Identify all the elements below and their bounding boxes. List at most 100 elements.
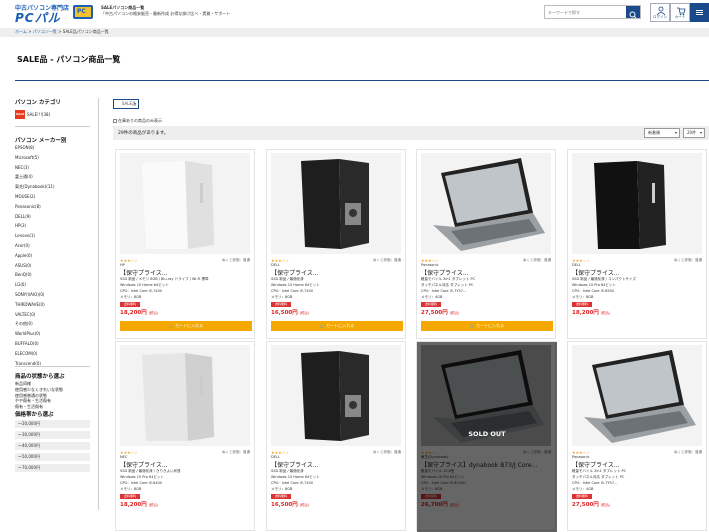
sidebar: パソコン カテゴリ SALE SALE!!!(38) パソコン メーカー別 商品… bbox=[15, 98, 93, 510]
product-image[interactable] bbox=[271, 345, 401, 446]
product-image[interactable] bbox=[572, 153, 702, 254]
product-cpu: CPU：Intel Core i5-7Y57... bbox=[421, 289, 467, 293]
chevron-down-icon: ▾ bbox=[133, 101, 136, 106]
sidebar-maker-item[interactable]: THIRDWAVE(0) bbox=[15, 302, 45, 307]
sidebar-maker-item[interactable]: BenQ(0) bbox=[15, 272, 32, 277]
site-logo[interactable]: 中古パソコン専門店 PCパル PC bbox=[15, 3, 97, 25]
sidebar-maker-item[interactable]: MOUSE(2) bbox=[15, 194, 35, 199]
product-spec: SSD 新品 / 最適化済 bbox=[271, 469, 304, 473]
search-input[interactable] bbox=[545, 6, 627, 18]
product-card[interactable]: ★★★☆☆ ぬくと評価：普通 HP 【保守プライス... SSD 新品 / メモ… bbox=[115, 149, 255, 339]
sold-out-label: SOLD OUT bbox=[468, 430, 506, 438]
breadcrumb-list[interactable]: パソコン一覧 bbox=[33, 29, 57, 34]
sidebar-maker-item[interactable]: SONY(VAIO)(0) bbox=[15, 292, 44, 297]
sidebar-maker-item[interactable]: NEC(3) bbox=[15, 165, 29, 170]
product-spec: 軽量モバイル 2in1 タブレット PC bbox=[572, 469, 627, 473]
product-spec: SSD 新品 / 最適化済 bbox=[271, 277, 304, 281]
product-memory: メモリ：4GB bbox=[572, 487, 594, 491]
per-page-select[interactable]: 20件 ▾ bbox=[683, 128, 705, 138]
review-label: ぬくと評価：普通 bbox=[373, 450, 401, 454]
product-maker: NEC bbox=[120, 455, 128, 459]
product-spec: SSD 新品 / メモリ 8GB / Blu-ray ドライブ / Wi-Fi … bbox=[120, 277, 209, 281]
add-to-cart-button[interactable]: 🛒 カートに入れる bbox=[120, 321, 252, 331]
product-os: Windows 10 Home 64ビット bbox=[271, 283, 320, 287]
breadcrumb-home[interactable]: ホーム bbox=[15, 29, 27, 34]
hamburger-menu-button[interactable] bbox=[690, 3, 709, 22]
sidebar-maker-item[interactable]: その他(0) bbox=[15, 321, 33, 327]
product-maker: Panasonic bbox=[421, 263, 439, 267]
product-price: 16,500円 (税込) bbox=[271, 310, 310, 316]
cart-icon: 🛒 bbox=[319, 323, 325, 328]
free-shipping-badge: 送料無料 bbox=[120, 494, 140, 499]
sidebar-condition-item[interactable]: 傷有・生活傷有 bbox=[15, 404, 43, 410]
product-image[interactable] bbox=[120, 345, 250, 446]
sidebar-price-item[interactable]: 〜50,000円 bbox=[15, 453, 90, 461]
sale-filter-button[interactable]: SALE品 ▾ bbox=[113, 99, 139, 109]
product-card[interactable]: ★★★☆☆ ぬくと評価：普通 DELL 【保守プライス... SSD 新品 / … bbox=[266, 149, 406, 339]
sidebar-maker-item[interactable]: Acer(0) bbox=[15, 243, 30, 248]
product-image[interactable] bbox=[120, 153, 250, 254]
search-box bbox=[544, 5, 641, 19]
product-name[interactable]: 【保守プライス... bbox=[421, 268, 553, 277]
product-name[interactable]: 【保守プライス... bbox=[572, 460, 704, 469]
login-button[interactable]: ログイン bbox=[650, 3, 670, 22]
in-stock-checkbox[interactable]: 在庫ありの商品のみ表示 bbox=[113, 118, 162, 124]
product-maker: DELL bbox=[572, 263, 581, 267]
sidebar-maker-item[interactable]: VALTEC(0) bbox=[15, 312, 35, 317]
product-price: 16,500円 (税込) bbox=[271, 502, 310, 508]
product-card[interactable]: ★★★☆☆ ぬくと評価：普通 DELL 【保守プライス... SSD 新品 / … bbox=[266, 341, 406, 531]
cart-button[interactable]: カート bbox=[670, 3, 690, 22]
product-card[interactable]: ★★★☆☆ ぬくと評価：普通 Panasonic 【保守プライス... 軽量モバ… bbox=[416, 149, 556, 339]
cart-icon: 🛒 bbox=[168, 323, 174, 328]
sidebar-maker-item[interactable]: DELL(9) bbox=[15, 214, 31, 219]
product-name[interactable]: 【保守プライス... bbox=[572, 268, 704, 277]
product-spec: SSD 新品 / 最適化済 / きりきよい状態 bbox=[120, 469, 181, 473]
review-label: ぬくと評価：普通 bbox=[222, 258, 250, 262]
chevron-down-icon: ▾ bbox=[674, 130, 677, 135]
product-card[interactable]: ★★★☆☆ ぬくと評価：普通 Panasonic 【保守プライス... 軽量モバ… bbox=[567, 341, 707, 531]
sidebar-maker-item[interactable]: 東芝(Dynabook)(11) bbox=[15, 184, 55, 190]
free-shipping-badge: 送料無料 bbox=[271, 302, 291, 307]
product-card[interactable]: ★★★☆☆ ぬくと評価：普通 東芝(Dynabook) 【保守プライス】dyna… bbox=[416, 341, 557, 532]
product-card[interactable]: ★★★☆☆ ぬくと評価：普通 DELL 【保守プライス... SSD 新品 / … bbox=[567, 149, 707, 339]
product-name[interactable]: 【保守プライス... bbox=[271, 460, 403, 469]
sidebar-maker-item[interactable]: Panasonic(8) bbox=[15, 204, 41, 209]
product-price: 18,200円 (税込) bbox=[572, 310, 611, 316]
product-name[interactable]: 【保守プライス... bbox=[271, 268, 403, 277]
product-maker: DELL bbox=[271, 455, 280, 459]
product-cpu: CPU：Intel Core i5-7400 bbox=[271, 289, 314, 293]
maker-heading: パソコン メーカー別 bbox=[15, 138, 67, 144]
product-cpu: CPU：Intel Core i5-6400 bbox=[120, 481, 163, 485]
sidebar-maker-item[interactable]: Lenovo(1) bbox=[15, 233, 35, 238]
product-card[interactable]: ★★★☆☆ ぬくと評価：普通 NEC 【保守プライス... SSD 新品 / 最… bbox=[115, 341, 255, 531]
sidebar-maker-item[interactable]: HP(3) bbox=[15, 223, 26, 228]
sidebar-price-item[interactable]: 〜70,000円 bbox=[15, 464, 90, 472]
product-name[interactable]: 【保守プライス... bbox=[120, 268, 252, 277]
sidebar-maker-item[interactable]: LG(0) bbox=[15, 282, 26, 287]
sort-select[interactable]: 新着順 ▾ bbox=[644, 128, 680, 138]
product-name[interactable]: 【保守プライス... bbox=[120, 460, 252, 469]
search-button[interactable] bbox=[626, 6, 640, 19]
sidebar-price-item[interactable]: 〜40,000円 bbox=[15, 442, 90, 450]
sidebar-maker-item[interactable]: ELECOM(0) bbox=[15, 351, 37, 356]
sidebar-maker-item[interactable]: BUFFALO(0) bbox=[15, 341, 39, 346]
sidebar-maker-item[interactable]: Microsoft(5) bbox=[15, 155, 39, 160]
sidebar-maker-item[interactable]: ASUS(0) bbox=[15, 263, 31, 268]
sidebar-item-sale[interactable]: SALE!!!(38) bbox=[27, 112, 50, 117]
review-label: ぬくと評価：普通 bbox=[222, 450, 250, 454]
sidebar-price-item[interactable]: 〜20,000円 bbox=[15, 420, 90, 428]
sidebar-price-item[interactable]: 〜30,000円 bbox=[15, 431, 90, 439]
product-image[interactable] bbox=[271, 153, 401, 254]
sidebar-maker-item[interactable]: EPSON(8) bbox=[15, 145, 34, 150]
review-label: ぬくと評価：普通 bbox=[523, 258, 551, 262]
sidebar-maker-item[interactable]: 富士通(4) bbox=[15, 174, 33, 180]
product-image[interactable] bbox=[572, 345, 702, 446]
free-shipping-badge: 送料無料 bbox=[421, 302, 441, 307]
add-to-cart-button[interactable]: 🛒 カートに入れる bbox=[421, 321, 553, 331]
breadcrumb-current: SALE品パソコン商品一覧 bbox=[62, 29, 109, 34]
sidebar-maker-item[interactable]: WorldPlus(0) bbox=[15, 331, 40, 336]
product-image[interactable] bbox=[421, 153, 551, 254]
add-to-cart-button[interactable]: 🛒 カートに入れる bbox=[271, 321, 403, 331]
sidebar-maker-item[interactable]: Apple(0) bbox=[15, 253, 32, 258]
sidebar-maker-item[interactable]: Transcend(0) bbox=[15, 361, 41, 366]
